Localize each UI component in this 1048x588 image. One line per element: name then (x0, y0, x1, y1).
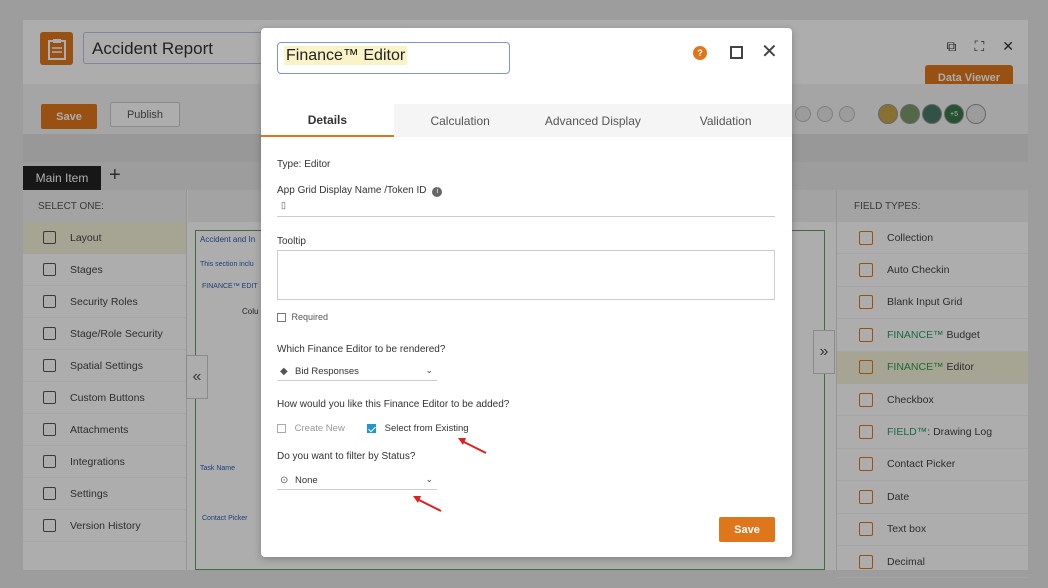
display-name-label: App Grid Display Name /Token ID i (277, 185, 443, 197)
annotation-arrow (458, 438, 487, 454)
tooltip-textarea[interactable] (277, 250, 775, 300)
tab-validation[interactable]: Validation (659, 104, 792, 137)
tooltip-label: Tooltip (277, 236, 306, 247)
required-checkbox-row[interactable]: Required (277, 312, 329, 323)
select-value: Bid Responses (295, 366, 359, 377)
select-existing-checkbox[interactable] (367, 423, 376, 433)
finance-editor-select[interactable]: ◆ Bid Responses ⌄ (277, 363, 437, 381)
chevron-down-icon: ⌄ (425, 474, 433, 484)
required-checkbox[interactable] (277, 313, 286, 323)
which-editor-label: Which Finance Editor to be rendered? (277, 344, 446, 355)
status-filter-select[interactable]: ⊙ None ⌄ (277, 472, 437, 490)
select-value: None (295, 475, 318, 486)
create-new-option[interactable]: Create New (277, 423, 345, 434)
token-icon: ▯ (281, 200, 286, 210)
field-name-input[interactable]: Finance™ Editor (277, 42, 510, 74)
help-icon[interactable]: ? (693, 46, 707, 60)
tab-calculation[interactable]: Calculation (394, 104, 527, 137)
dialog-tabs: Details Calculation Advanced Display Val… (261, 104, 792, 137)
chevron-down-icon: ⌄ (425, 365, 433, 375)
create-new-checkbox[interactable] (277, 423, 286, 433)
type-label: Type: Editor (277, 159, 331, 170)
display-name-input[interactable]: ▯ (277, 199, 775, 217)
required-label: Required (291, 312, 329, 322)
tag-icon: ◆ (280, 366, 288, 377)
info-icon: i (432, 187, 443, 197)
annotation-arrow (413, 496, 442, 512)
filter-status-label: Do you want to filter by Status? (277, 451, 416, 462)
tab-details[interactable]: Details (261, 104, 394, 137)
field-settings-dialog: Finance™ Editor ? ✕ Details Calculation … (261, 28, 792, 557)
maximize-icon[interactable] (730, 46, 743, 59)
select-existing-option[interactable]: Select from Existing (367, 423, 469, 434)
status-icon: ⊙ (280, 475, 289, 486)
dialog-save-button[interactable]: Save (719, 517, 775, 542)
how-added-label: How would you like this Finance Editor t… (277, 399, 510, 410)
close-icon[interactable]: ✕ (761, 41, 778, 63)
tab-advanced-display[interactable]: Advanced Display (527, 104, 660, 137)
